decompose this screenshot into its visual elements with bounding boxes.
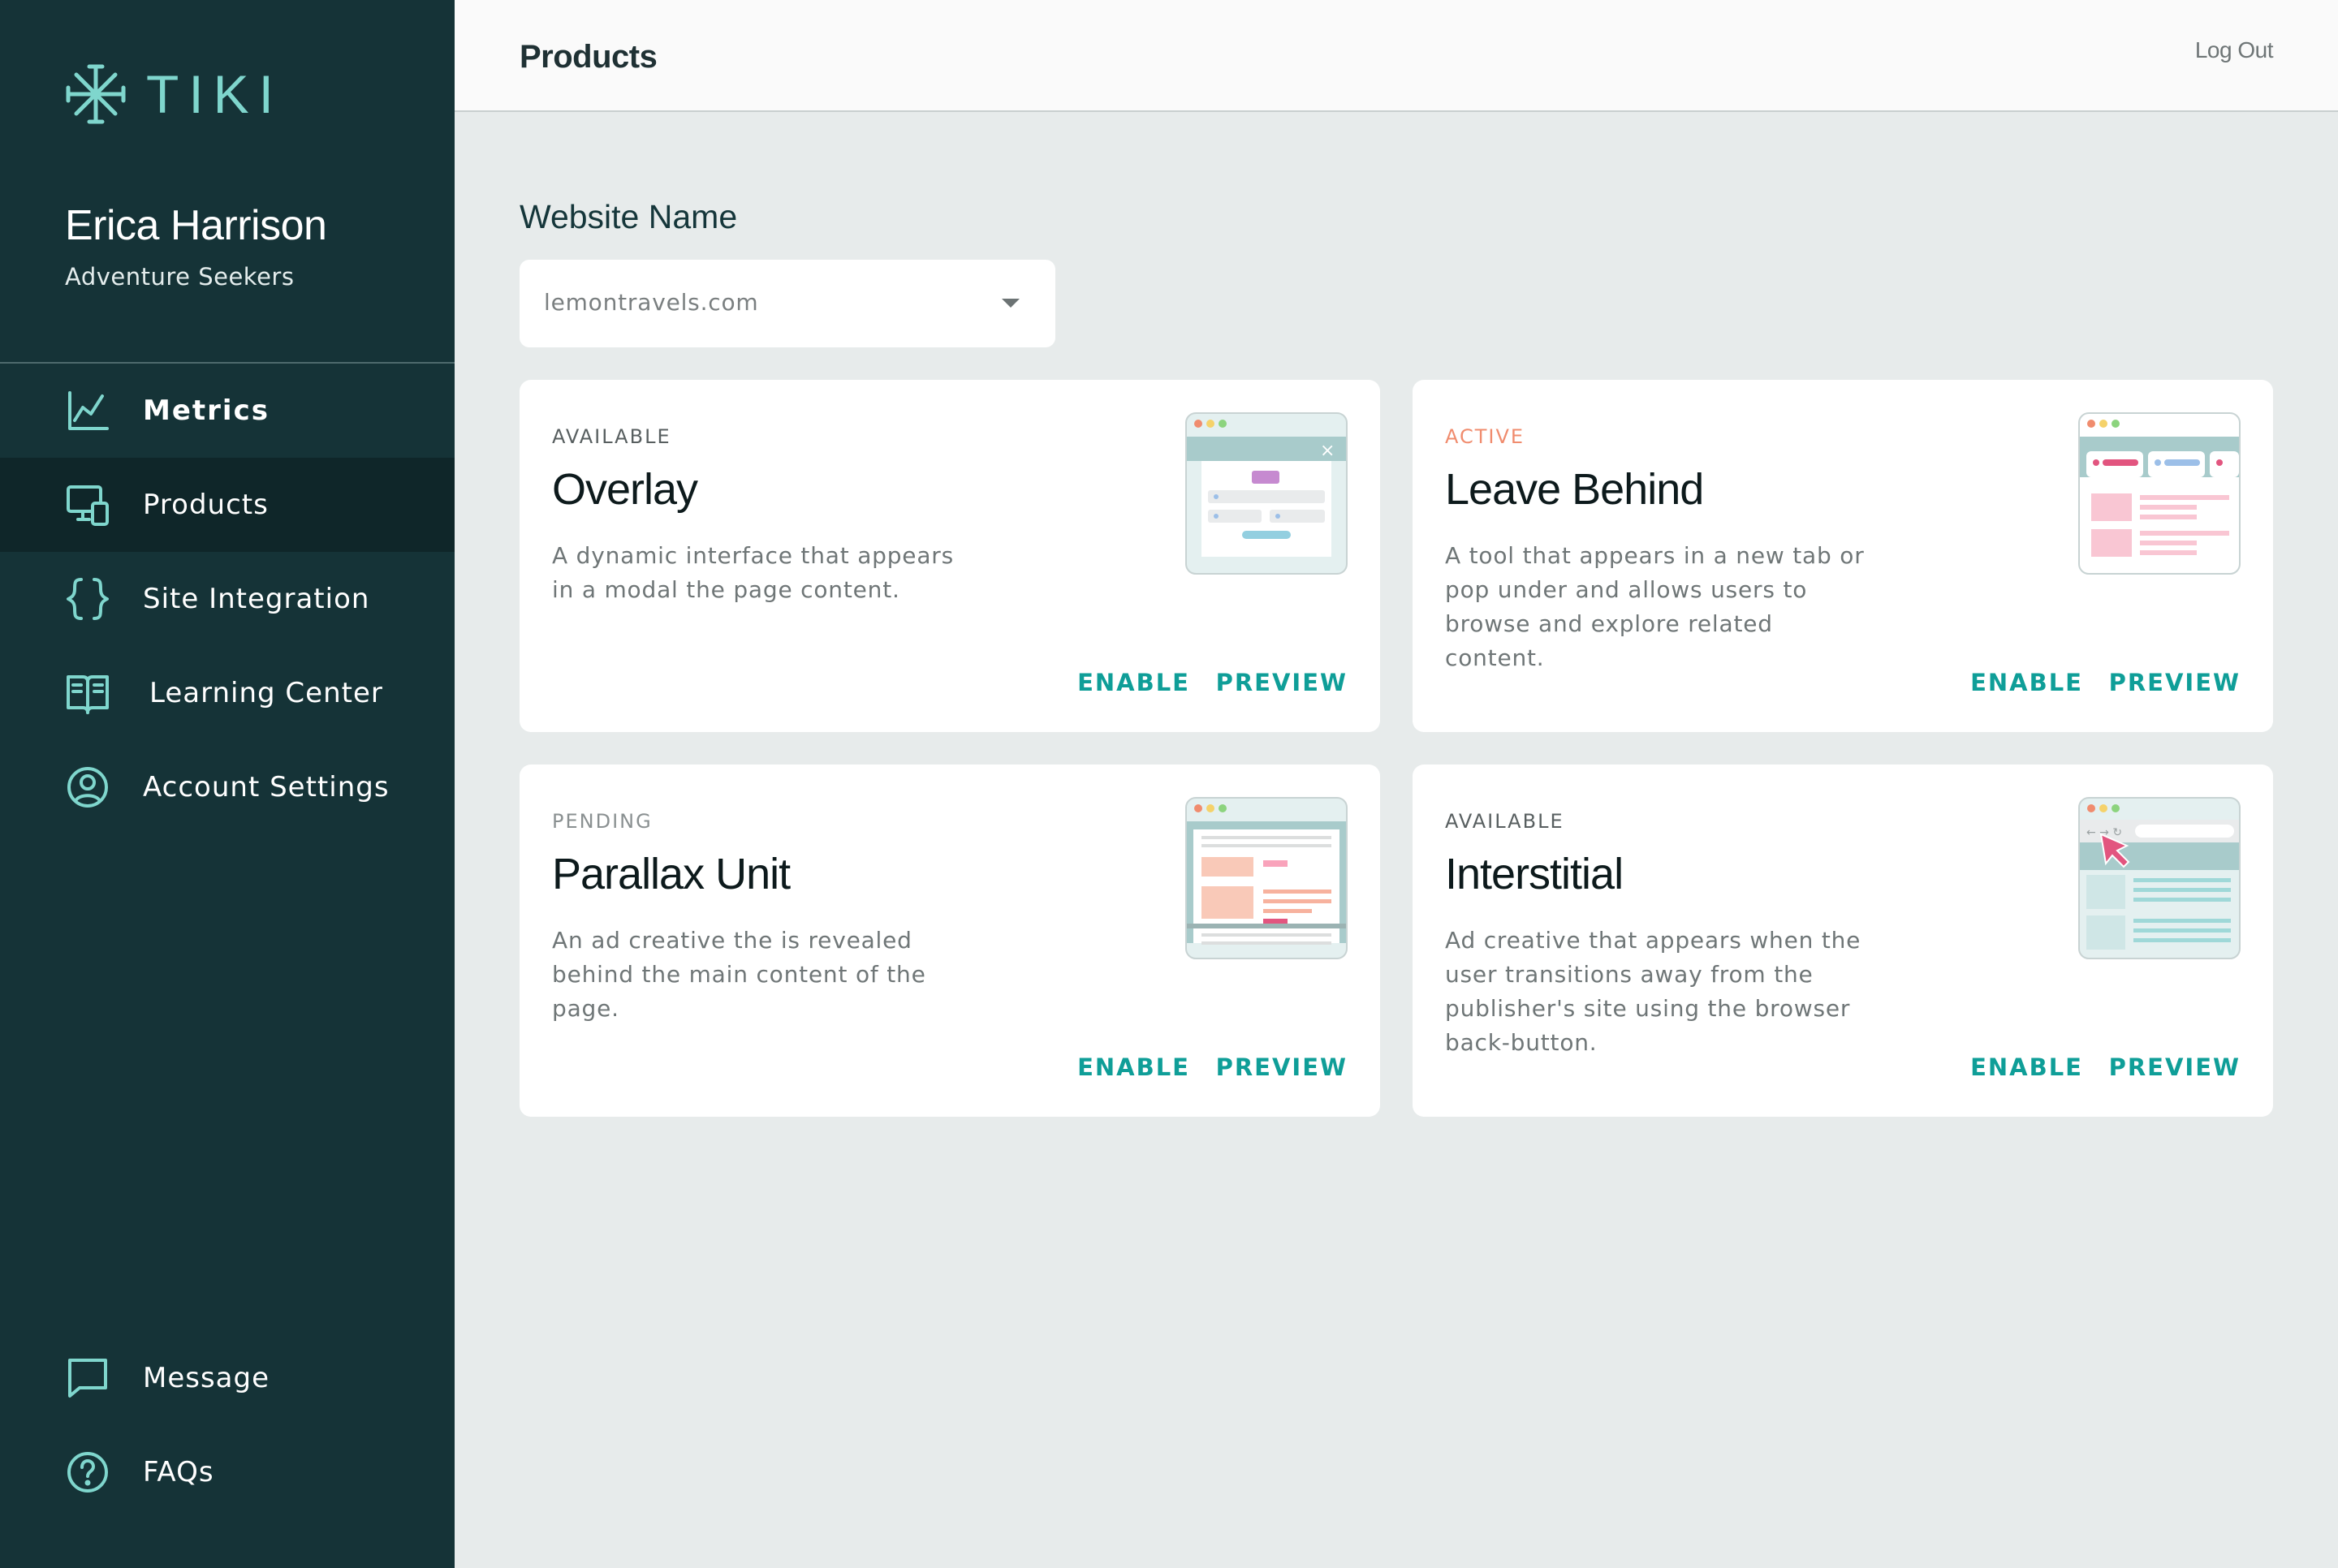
braces-icon — [67, 578, 109, 620]
card-title: Overlay — [552, 465, 698, 514]
card-description: An ad creative the is revealed behind th… — [552, 927, 926, 1022]
chat-icon — [68, 1359, 107, 1398]
user-organization: Adventure Seekers — [65, 263, 295, 291]
sidebar-item-label: Learning Center — [149, 677, 383, 709]
product-card-interstitial: AVAILABLE Interstitial Ad creative that … — [1413, 765, 2273, 1117]
sidebar-item-label: Metrics — [143, 394, 270, 427]
preview-button[interactable]: PREVIEW — [1216, 669, 1348, 696]
status-label: ACTIVE — [1445, 425, 1525, 448]
tiki-logo[interactable]: TIKI — [63, 62, 283, 127]
product-card-leave-behind: ACTIVE Leave Behind A tool that appears … — [1413, 380, 2273, 732]
card-description: A dynamic interface that appears in a mo… — [552, 542, 954, 603]
svg-text:×: × — [1320, 441, 1335, 461]
status-label: PENDING — [552, 810, 653, 833]
interstitial-illustration: ← → ↻ — [2078, 797, 2241, 959]
line-chart-icon — [68, 391, 109, 430]
user-name: Erica Harrison — [65, 202, 327, 249]
sidebar: TIKI Erica Harrison Adventure Seekers Me… — [0, 0, 455, 1568]
enable-button[interactable]: ENABLE — [1970, 1053, 2083, 1081]
enable-button[interactable]: ENABLE — [1970, 669, 2083, 696]
website-select-value: lemontravels.com — [544, 289, 759, 316]
card-title: Interstitial — [1445, 850, 1624, 898]
leave-behind-illustration — [2078, 412, 2241, 575]
card-title: Parallax Unit — [552, 850, 791, 898]
devices-icon — [67, 485, 109, 526]
website-name-label: Website Name — [520, 198, 738, 235]
help-icon — [67, 1452, 108, 1493]
product-card-parallax-unit: PENDING Parallax Unit An ad creative the… — [520, 765, 1380, 1117]
website-select[interactable]: lemontravels.com — [520, 260, 1055, 347]
sidebar-item-account-settings[interactable]: Account Settings — [0, 740, 455, 834]
card-description: Ad creative that appears when the user t… — [1445, 927, 1861, 1056]
status-label: AVAILABLE — [1445, 810, 1564, 833]
preview-button[interactable]: PREVIEW — [2109, 1053, 2241, 1081]
sidebar-item-label: Products — [143, 489, 269, 521]
sidebar-item-learning-center[interactable]: Learning Center — [0, 646, 455, 740]
tiki-logo-icon — [66, 64, 126, 124]
sidebar-item-products[interactable]: Products — [0, 458, 455, 552]
logout-link[interactable]: Log Out — [2195, 37, 2274, 63]
preview-button[interactable]: PREVIEW — [1216, 1053, 1348, 1081]
top-bar: Products Log Out — [455, 0, 2338, 112]
sidebar-item-label: Message — [143, 1362, 270, 1394]
enable-button[interactable]: ENABLE — [1077, 669, 1190, 696]
sidebar-item-label: Site Integration — [143, 583, 370, 615]
user-circle-icon — [67, 767, 108, 808]
card-title: Leave Behind — [1445, 465, 1704, 514]
overlay-illustration: × — [1185, 412, 1348, 575]
card-description: A tool that appears in a new tab or pop … — [1445, 542, 1865, 671]
preview-button[interactable]: PREVIEW — [2109, 669, 2241, 696]
sidebar-item-message[interactable]: Message — [0, 1331, 455, 1425]
sidebar-item-label: Account Settings — [143, 771, 390, 803]
sidebar-item-site-integration[interactable]: Site Integration — [0, 552, 455, 646]
status-label: AVAILABLE — [552, 425, 671, 448]
product-card-overlay: AVAILABLE Overlay A dynamic interface th… — [520, 380, 1380, 732]
brand-name: TIKI — [146, 64, 284, 124]
book-icon — [67, 675, 109, 714]
sidebar-item-metrics[interactable]: Metrics — [0, 364, 455, 458]
caret-down-icon — [1002, 299, 1020, 308]
page-title: Products — [520, 39, 658, 75]
parallax-illustration — [1185, 797, 1348, 959]
sidebar-item-faqs[interactable]: FAQs — [0, 1425, 455, 1519]
enable-button[interactable]: ENABLE — [1077, 1053, 1190, 1081]
sidebar-item-label: FAQs — [143, 1456, 214, 1488]
